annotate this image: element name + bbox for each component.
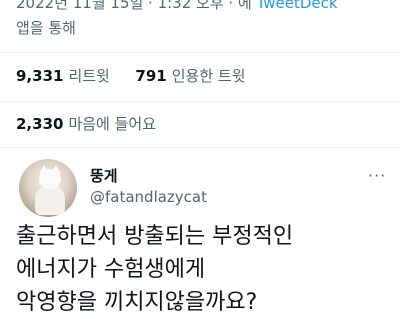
quote-tweets-label: 인용한 트윗 — [171, 67, 246, 85]
tweet-source-suffix: 앱을 통해 — [16, 19, 76, 37]
likes-count: 2,330 — [16, 115, 64, 133]
tweet-text-line: 출근하면서 방출되는 부정적인 — [16, 224, 294, 249]
likes-stat[interactable]: 2,330 마음에 들어요 — [16, 114, 156, 134]
avatar-cat-body — [35, 185, 65, 215]
divider — [0, 52, 400, 53]
avatar[interactable] — [19, 159, 77, 217]
tweet-date-time[interactable]: 2022년 11월 15일 · 1:32 오후 · 에 — [16, 0, 252, 12]
tweet-timestamp: 2022년 11월 15일 · 1:32 오후 · 에 TweetDeck — [16, 0, 396, 13]
reply-tweet-text: 출근하면서 방출되는 부정적인 에너지가 수험생에게 악영향을 끼치지않을까요? — [16, 220, 396, 319]
more-horizontal-icon[interactable]: ··· — [368, 166, 386, 185]
tweet-source-link[interactable]: TweetDeck — [257, 0, 338, 12]
quote-tweets-stat[interactable]: 791 인용한 트윗 — [135, 67, 245, 85]
divider — [0, 101, 400, 102]
tweet-text-line: 에너지가 수험생에게 — [16, 257, 206, 282]
retweets-stat[interactable]: 9,331 리트윗 — [16, 67, 115, 85]
likes-label: 마음에 들어요 — [68, 115, 157, 133]
avatar-cat-head — [39, 169, 61, 189]
reply-author-name[interactable]: 뚱게 — [90, 165, 118, 186]
quote-tweets-count: 791 — [135, 67, 167, 85]
engagement-stats-row: 9,331 리트윗 791 인용한 트윗 — [16, 66, 246, 86]
retweets-label: 리트윗 — [68, 67, 110, 85]
divider — [0, 147, 400, 148]
tweet-text-line: 악영향을 끼치지않을까요? — [16, 290, 258, 315]
retweets-count: 9,331 — [16, 67, 64, 85]
reply-author-handle[interactable]: @fatandlazycat — [90, 188, 207, 206]
